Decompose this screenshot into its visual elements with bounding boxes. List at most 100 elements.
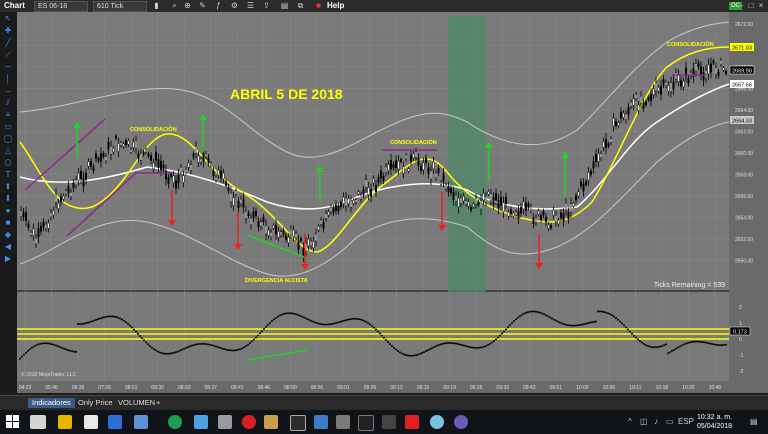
dot-icon[interactable]: ● — [3, 206, 13, 215]
share-icon[interactable]: ⇪ — [262, 1, 271, 10]
notifications-icon[interactable]: ▤ — [750, 417, 758, 426]
channel-icon[interactable]: ⫽ — [3, 98, 13, 107]
start-button[interactable] — [6, 415, 19, 428]
osc-point — [337, 321, 339, 324]
chevron-up-icon[interactable]: ^ — [628, 417, 632, 426]
osc-point — [473, 346, 475, 349]
app-icon-8[interactable] — [430, 415, 444, 429]
polygon-icon[interactable]: ⬠ — [3, 158, 13, 167]
app-icon-9[interactable] — [454, 415, 468, 429]
properties-icon[interactable]: ☰ — [246, 1, 255, 10]
horizontal-line-icon[interactable]: ─ — [3, 62, 13, 71]
square-icon[interactable]: ■ — [3, 218, 13, 227]
fx-icon[interactable] — [405, 415, 419, 429]
network-icon[interactable]: ◫ — [640, 417, 648, 426]
osc-point — [295, 313, 297, 316]
mail-icon[interactable] — [108, 415, 122, 429]
osc-point — [329, 323, 331, 326]
ellipse-icon[interactable]: ◯ — [3, 134, 13, 143]
tab-only-price[interactable]: Only Price — [74, 398, 117, 408]
app-icon-2[interactable] — [194, 415, 208, 429]
time-axis-label: 08:33 — [178, 385, 191, 391]
osc-point — [529, 310, 531, 313]
ninjatrader-icon[interactable] — [290, 415, 306, 431]
chrome-icon[interactable] — [168, 415, 182, 429]
arrow-down-icon[interactable]: ⬇ — [3, 194, 13, 203]
candle-body — [330, 207, 333, 213]
osc-point — [355, 317, 357, 320]
vertical-line-icon[interactable]: │ — [3, 74, 13, 83]
divergence-label[interactable]: DIVERGENCIA ALCISTA — [245, 278, 308, 284]
tab-indicators[interactable]: Indicadores — [28, 398, 75, 408]
fibonacci-icon[interactable]: ≡ — [3, 110, 13, 119]
app-icon-4[interactable] — [264, 415, 278, 429]
rectangle-icon[interactable]: ▭ — [3, 122, 13, 131]
osc-point — [653, 346, 655, 349]
osc-point — [415, 354, 417, 357]
candle-body — [45, 224, 48, 229]
candle-body — [355, 199, 358, 203]
help-menu[interactable]: Help — [327, 1, 344, 10]
arrow-up-icon[interactable]: ⬆ — [3, 182, 13, 191]
language-indicator[interactable]: ESP — [678, 417, 694, 426]
osc-point — [395, 348, 397, 351]
osc-point — [417, 353, 419, 356]
add-tab-button[interactable]: + — [152, 398, 164, 408]
osc-point — [571, 324, 573, 327]
chevron-right-icon[interactable]: ▶ — [3, 254, 13, 263]
line-icon[interactable]: ╱ — [3, 38, 13, 47]
osc-point — [627, 328, 629, 331]
volume-icon[interactable]: ♪ — [654, 417, 658, 426]
app-icon-6[interactable] — [336, 415, 350, 429]
task-view-icon[interactable] — [30, 415, 46, 429]
arrow-line-icon[interactable]: → — [3, 86, 13, 95]
close-window-icon[interactable]: × — [757, 1, 765, 10]
osc-point — [559, 321, 561, 324]
crosshair-icon[interactable]: ✚ — [3, 26, 13, 35]
app-icon-5[interactable] — [314, 415, 328, 429]
cursor-icon[interactable]: ↖ — [3, 14, 13, 23]
candle-body — [630, 102, 633, 107]
candle-body — [580, 181, 583, 186]
candle-body — [360, 194, 363, 200]
app-icon-3[interactable] — [218, 415, 232, 429]
text-icon[interactable]: T — [3, 170, 13, 179]
strategies-icon[interactable]: ⚙ — [230, 1, 239, 10]
bar-type-icon[interactable]: ▮ — [152, 1, 161, 10]
chevron-left-icon[interactable]: ◀ — [3, 242, 13, 251]
chart-panel[interactable]: ABRIL 5 DE 2018 CONSOLIDACIÓN CONSOLIDAC… — [17, 12, 768, 393]
osc-point — [309, 319, 311, 322]
xm-icon[interactable] — [358, 415, 374, 431]
close-chart-icon[interactable]: ■ — [314, 1, 323, 10]
instrument-selector[interactable]: ES 06-18 — [34, 1, 88, 12]
app-icon-7[interactable] — [382, 415, 396, 429]
search-icon[interactable]: ⌕ — [170, 1, 179, 10]
attach-icon[interactable]: ⧉ — [296, 1, 305, 10]
clock[interactable]: 10:32 a. m. 05/04/2018 — [697, 413, 732, 431]
templates-icon[interactable]: ▤ — [280, 1, 289, 10]
maximize-icon[interactable]: □ — [747, 1, 755, 10]
drawing-tools-icon[interactable]: ✎ — [198, 1, 207, 10]
minimize-icon[interactable]: – — [737, 1, 745, 10]
file-explorer-icon[interactable] — [58, 415, 72, 429]
consolidation-label-2[interactable]: CONSOLIDACIÓN — [390, 138, 437, 146]
triangle-icon[interactable]: △ — [3, 146, 13, 155]
ray-icon[interactable]: ⟋ — [3, 50, 13, 59]
osc-point — [187, 346, 189, 349]
app-icon[interactable] — [134, 415, 148, 429]
interval-selector[interactable]: 610 Tick — [93, 1, 147, 12]
store-icon[interactable] — [84, 415, 98, 429]
diamond-icon[interactable]: ◆ — [3, 230, 13, 239]
osc-point — [59, 346, 61, 349]
zoom-icon[interactable]: ⊕ — [183, 1, 192, 10]
opera-icon[interactable] — [242, 415, 256, 429]
candle-body — [107, 141, 110, 150]
battery-icon[interactable]: ▭ — [666, 417, 674, 426]
candle-body — [154, 151, 157, 161]
consolidation-label-3[interactable]: CONSOLIDACIÓN — [667, 40, 714, 48]
osc-point — [683, 343, 685, 346]
consolidation-label-1[interactable]: CONSOLIDACIÓN — [130, 125, 177, 133]
indicators-icon[interactable]: ƒ — [214, 1, 223, 10]
osc-point — [45, 342, 47, 345]
chart-annotation-title[interactable]: ABRIL 5 DE 2018 — [230, 86, 343, 102]
